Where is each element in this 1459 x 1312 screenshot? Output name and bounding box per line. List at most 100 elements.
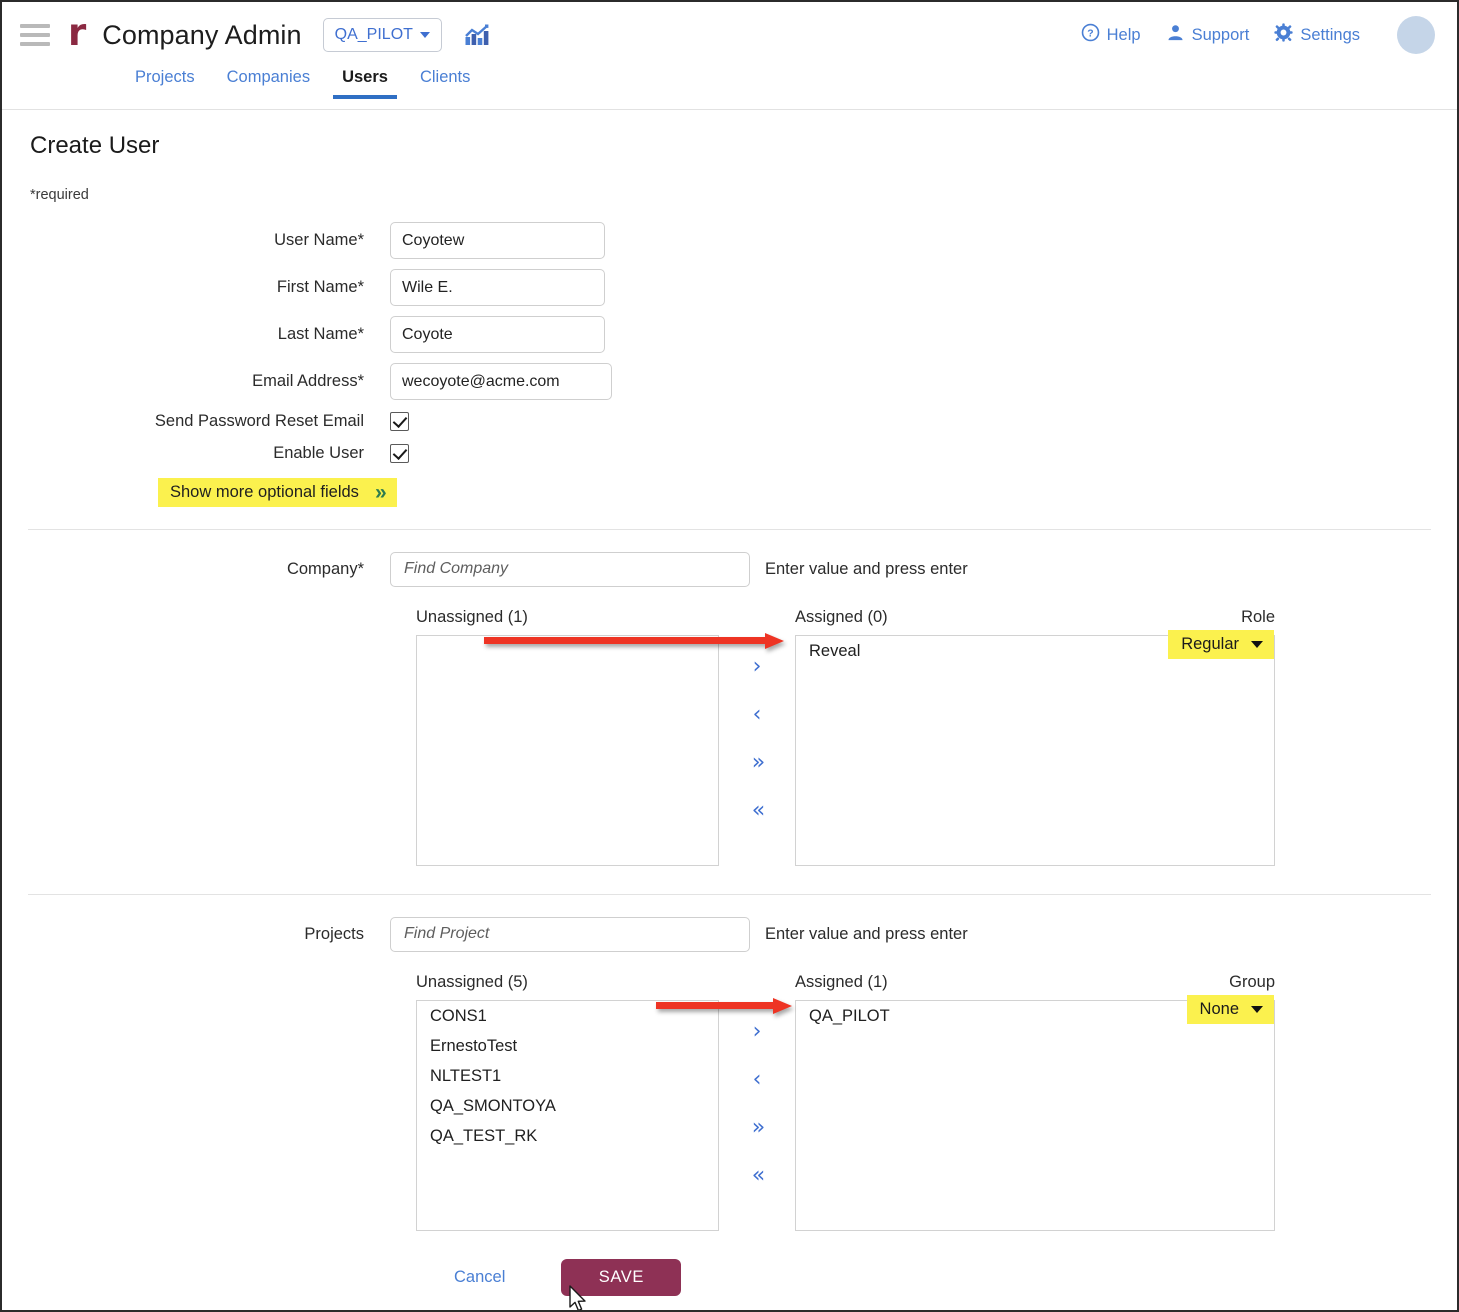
context-selector-label: QA_PILOT <box>334 26 413 43</box>
projects-unassigned-list[interactable]: CONS1 ErnestoTest NLTEST1 QA_SMONTOYA QA… <box>416 1000 719 1231</box>
page-content: Create User *required User Name* First N… <box>2 132 1457 1296</box>
tab-projects[interactable]: Projects <box>119 68 211 99</box>
form-row-user-name: User Name* <box>28 217 1431 264</box>
projects-unassigned-header: Unassigned (5) <box>416 972 719 992</box>
enable-user-label: Enable User <box>273 443 364 462</box>
first-name-label: First Name* <box>276 278 364 296</box>
email-address-label: Email Address* <box>252 372 364 390</box>
required-note: *required <box>30 187 89 203</box>
help-link[interactable]: ? Help <box>1081 23 1141 47</box>
company-search-input[interactable] <box>390 551 750 587</box>
help-circle-icon: ? <box>1081 23 1100 47</box>
projects-assigned-label: Assigned (1) <box>795 973 888 991</box>
projects-move-all-left-button[interactable]: « <box>740 1164 774 1188</box>
company-assigned-label: Assigned (0) <box>795 608 888 626</box>
list-item[interactable]: QA_TEST_RK <box>417 1121 718 1151</box>
page-title: Create User <box>30 132 160 159</box>
company-unassigned-label: Unassigned (1) <box>416 608 528 626</box>
projects-assigned-header: Assigned (1) Group <box>795 972 1275 992</box>
company-role-value: Regular <box>1181 635 1239 653</box>
top-bar: r Company Admin QA_PILOT ? Help Support … <box>2 2 1457 68</box>
form-row-first-name: First Name* <box>28 264 1431 311</box>
chevron-down-icon <box>1251 1006 1263 1013</box>
company-transfer-buttons: › ‹ » « <box>719 607 795 866</box>
projects-move-right-button[interactable]: › <box>740 1020 774 1044</box>
svg-text:?: ? <box>1087 29 1093 40</box>
tab-clients[interactable]: Clients <box>404 68 486 99</box>
company-find-row: Company* Enter value and press enter <box>28 548 1431 590</box>
list-item[interactable]: QA_SMONTOYA <box>417 1091 718 1121</box>
company-hint: Enter value and press enter <box>765 559 968 578</box>
projects-move-left-button[interactable]: ‹ <box>740 1068 774 1092</box>
tab-users[interactable]: Users <box>326 68 404 99</box>
user-name-label: User Name* <box>274 231 364 249</box>
projects-unassigned-label: Unassigned (5) <box>416 973 528 991</box>
hamburger-menu-icon[interactable] <box>20 24 50 46</box>
projects-transfer-widget: Unassigned (5) CONS1 ErnestoTest NLTEST1… <box>416 972 1431 1231</box>
company-assigned-list[interactable]: Reveal Regular <box>795 630 1275 866</box>
email-address-input[interactable] <box>390 363 612 400</box>
form-row-last-name: Last Name* <box>28 311 1431 358</box>
list-item[interactable]: NLTEST1 <box>417 1061 718 1091</box>
show-more-optional-fields-button[interactable]: Show more optional fields » <box>158 477 397 507</box>
chevron-down-icon <box>419 32 430 38</box>
projects-group-dropdown[interactable]: None <box>1186 995 1274 1024</box>
tab-companies[interactable]: Companies <box>211 68 326 99</box>
company-move-left-button[interactable]: ‹ <box>740 703 774 727</box>
projects-group-value: None <box>1199 1000 1239 1018</box>
chevron-double-right-icon: » <box>374 480 387 504</box>
projects-hint: Enter value and press enter <box>765 924 968 943</box>
support-link[interactable]: Support <box>1166 23 1250 47</box>
send-password-reset-label: Send Password Reset Email <box>154 411 364 430</box>
company-role-column-header: Role <box>1241 608 1275 626</box>
company-role-dropdown[interactable]: Regular <box>1168 630 1274 659</box>
company-unassigned-header: Unassigned (1) <box>416 607 719 627</box>
settings-label: Settings <box>1300 25 1360 44</box>
send-password-reset-checkbox[interactable] <box>390 411 409 431</box>
list-item[interactable]: ErnestoTest <box>417 1031 718 1061</box>
projects-label: Projects <box>304 924 364 943</box>
user-form: User Name* First Name* Last Name* Email … <box>28 217 1431 509</box>
projects-search-input[interactable] <box>390 916 750 952</box>
company-assigned-header: Assigned (0) Role <box>795 607 1275 627</box>
company-unassigned-column: Unassigned (1) <box>416 607 719 866</box>
avatar[interactable] <box>1397 16 1435 54</box>
context-selector[interactable]: QA_PILOT <box>322 18 442 52</box>
company-move-all-right-button[interactable]: » <box>740 751 774 775</box>
header-actions: ? Help Support Settings <box>1081 16 1435 54</box>
company-move-all-left-button[interactable]: « <box>740 799 774 823</box>
projects-unassigned-column: Unassigned (5) CONS1 ErnestoTest NLTEST1… <box>416 972 719 1231</box>
company-move-right-button[interactable]: › <box>740 655 774 679</box>
support-person-icon <box>1166 23 1185 47</box>
last-name-label: Last Name* <box>277 325 364 343</box>
user-name-input[interactable] <box>390 222 605 259</box>
projects-assigned-column: Assigned (1) Group QA_PILOT None <box>795 972 1275 1231</box>
form-row-enable-user: Enable User <box>28 437 1431 469</box>
bar-chart-icon[interactable] <box>464 23 490 47</box>
projects-group-column-header: Group <box>1229 973 1275 991</box>
enable-user-checkbox[interactable] <box>390 443 409 463</box>
first-name-input[interactable] <box>390 269 605 306</box>
company-transfer-widget: Unassigned (1) › ‹ » « Assigned (0) Role <box>416 607 1431 866</box>
brand-logo: r <box>68 10 87 54</box>
show-more-row: Show more optional fields » <box>28 475 1431 509</box>
projects-transfer-buttons: › ‹ » « <box>719 972 795 1231</box>
form-row-send-password-reset: Send Password Reset Email <box>28 405 1431 437</box>
help-label: Help <box>1106 25 1141 44</box>
app-title: Company Admin <box>102 19 302 50</box>
company-section: Company* Enter value and press enter Una… <box>28 530 1431 866</box>
list-item[interactable]: CONS1 <box>417 1001 718 1031</box>
projects-move-all-right-button[interactable]: » <box>740 1116 774 1140</box>
gear-icon <box>1274 23 1293 47</box>
projects-assigned-list[interactable]: QA_PILOT None <box>795 995 1275 1231</box>
projects-section: Projects Enter value and press enter Una… <box>28 895 1431 1231</box>
support-label: Support <box>1191 25 1250 44</box>
cancel-button[interactable]: Cancel <box>438 1260 521 1295</box>
form-row-email: Email Address* <box>28 358 1431 405</box>
show-more-label: Show more optional fields <box>170 482 359 501</box>
last-name-input[interactable] <box>390 316 605 353</box>
chevron-down-icon <box>1251 641 1263 648</box>
company-unassigned-list[interactable] <box>416 635 719 866</box>
company-label: Company* <box>286 559 364 578</box>
settings-link[interactable]: Settings <box>1274 23 1360 47</box>
